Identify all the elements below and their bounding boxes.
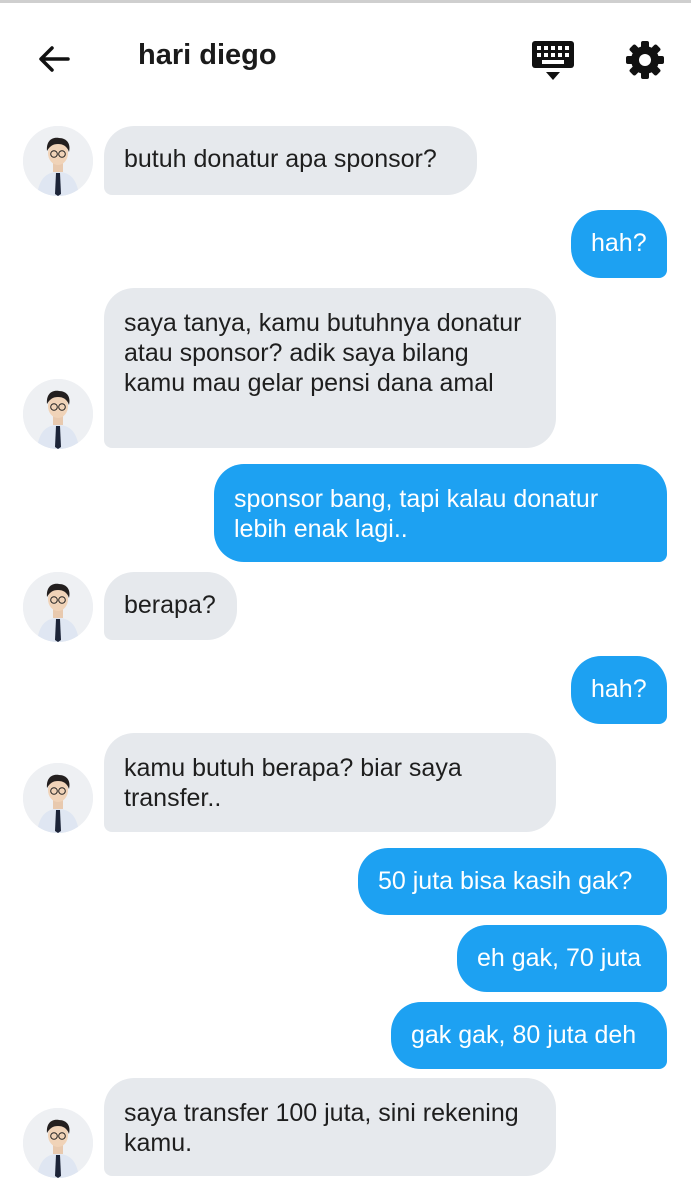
message-text: 50 juta bisa kasih gak? (378, 867, 633, 895)
message-text: kamu butuh berapa? biar saya transfer.. (124, 754, 462, 812)
avatar[interactable] (23, 379, 93, 449)
person-avatar-icon (23, 763, 93, 833)
message-text: hah? (591, 675, 647, 703)
outgoing-message: eh gak, 70 juta (457, 925, 667, 992)
message-text: saya tanya, kamu butuhnya donatur atau s… (124, 309, 522, 397)
outgoing-message: hah? (571, 210, 667, 278)
avatar[interactable] (23, 763, 93, 833)
keyboard-button[interactable] (530, 37, 576, 83)
outgoing-message: hah? (571, 656, 667, 724)
message-text: saya transfer 100 juta, sini rekening ka… (124, 1099, 519, 1157)
message-text: sponsor bang, tapi kalau donatur lebih e… (234, 485, 599, 543)
avatar[interactable] (23, 126, 93, 196)
message-text: eh gak, 70 juta (477, 944, 642, 972)
incoming-message: saya tanya, kamu butuhnya donatur atau s… (104, 288, 556, 448)
person-avatar-icon (23, 1108, 93, 1178)
message-text: butuh donatur apa sponsor? (124, 145, 437, 173)
gear-icon (626, 41, 664, 79)
avatar[interactable] (23, 572, 93, 642)
outgoing-message: sponsor bang, tapi kalau donatur lebih e… (214, 464, 667, 562)
person-avatar-icon (23, 126, 93, 196)
contact-name: hari diego (138, 39, 277, 71)
back-button[interactable] (32, 37, 76, 81)
arrow-left-icon (39, 46, 70, 72)
incoming-message: kamu butuh berapa? biar saya transfer.. (104, 733, 556, 832)
chat-header: hari diego (0, 3, 691, 103)
outgoing-message: gak gak, 80 juta deh (391, 1002, 667, 1069)
settings-button[interactable] (622, 37, 668, 83)
message-text: hah? (591, 229, 647, 257)
avatar[interactable] (23, 1108, 93, 1178)
keyboard-icon (532, 41, 574, 80)
person-avatar-icon (23, 379, 93, 449)
person-avatar-icon (23, 572, 93, 642)
message-text: gak gak, 80 juta deh (411, 1021, 637, 1049)
message-text: berapa? (124, 591, 216, 619)
outgoing-message: 50 juta bisa kasih gak? (358, 848, 667, 915)
incoming-message: berapa? (104, 572, 237, 640)
incoming-message: saya transfer 100 juta, sini rekening ka… (104, 1078, 556, 1176)
incoming-message: butuh donatur apa sponsor? (104, 126, 477, 195)
